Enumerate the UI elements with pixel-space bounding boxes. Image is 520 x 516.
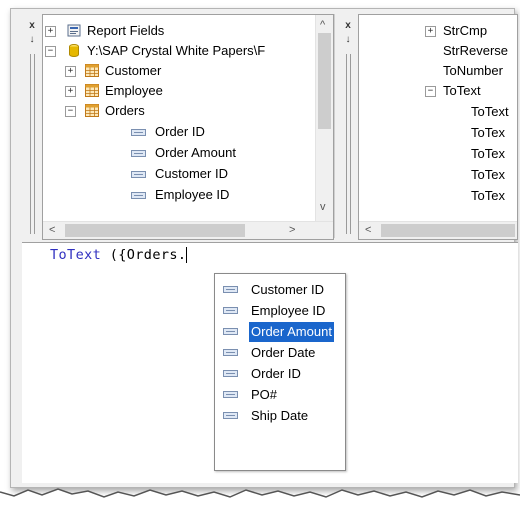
pin-panel-button[interactable]: ↓	[26, 34, 38, 46]
table-icon	[85, 84, 99, 97]
close-panel-button[interactable]: x	[342, 20, 354, 32]
function-item-label: ToTex	[471, 146, 505, 161]
tree-item-label: Customer ID	[155, 166, 228, 181]
function-tree-panel[interactable]: + StrCmp StrReverse ToNumber − ToText To…	[358, 14, 518, 240]
autocomplete-item-label: PO#	[251, 387, 278, 402]
scroll-left-arrow[interactable]: <	[49, 222, 55, 239]
expand-icon[interactable]: +	[45, 26, 56, 37]
expand-icon[interactable]: +	[65, 66, 76, 77]
function-item-label: ToTex	[471, 125, 505, 140]
autocomplete-item-label: Order Date	[251, 345, 316, 360]
field-icon	[223, 349, 238, 356]
tree-item-label: Order ID	[155, 124, 205, 139]
horizontal-scrollbar[interactable]: < >	[43, 221, 333, 239]
scroll-thumb[interactable]	[381, 224, 515, 237]
tree-item-label: Orders	[105, 103, 145, 118]
autocomplete-item-label: Customer ID	[251, 282, 324, 297]
collapse-icon[interactable]: −	[45, 46, 56, 57]
function-item-label: ToTex	[471, 188, 505, 203]
collapse-icon[interactable]: −	[65, 106, 76, 117]
scroll-down-arrow[interactable]: v	[320, 199, 326, 216]
function-item-label: StrCmp	[443, 23, 488, 38]
side-divider	[346, 54, 347, 234]
function-item-label: ToText	[471, 104, 509, 119]
formula-code-line[interactable]: ToText ({Orders.	[50, 247, 188, 263]
table-icon	[85, 104, 99, 117]
side-divider	[30, 54, 31, 234]
field-icon	[223, 286, 238, 293]
table-icon	[85, 64, 99, 77]
field-icon	[131, 171, 146, 178]
field-icon	[223, 370, 238, 377]
text-caret	[186, 247, 188, 263]
field-icon	[223, 412, 238, 419]
right-side-strip: x ↓	[338, 14, 358, 238]
autocomplete-item-label: Order ID	[251, 366, 301, 381]
tree-item-label: Employee ID	[155, 187, 230, 202]
expand-icon[interactable]: +	[65, 86, 76, 97]
expand-icon[interactable]: +	[425, 26, 436, 37]
scroll-thumb[interactable]	[65, 224, 245, 237]
field-icon	[223, 328, 238, 335]
function-item-label: StrReverse	[443, 43, 509, 58]
tree-item-label: Customer	[105, 63, 162, 78]
close-panel-button[interactable]: x	[26, 20, 38, 32]
scroll-left-arrow[interactable]: <	[365, 222, 371, 239]
scroll-right-arrow[interactable]: >	[289, 222, 295, 239]
collapse-icon[interactable]: −	[425, 86, 436, 97]
autocomplete-item-label: Order Amount	[249, 322, 334, 342]
function-item-label: ToTex	[471, 167, 505, 182]
field-tree-panel[interactable]: + Report Fields − Y:\SAP Crystal White P…	[42, 14, 334, 240]
scroll-thumb[interactable]	[318, 33, 331, 129]
autocomplete-item-label: Ship Date	[251, 408, 309, 423]
field-icon	[131, 129, 146, 136]
field-icon	[131, 192, 146, 199]
report-fields-icon	[67, 24, 81, 37]
tree-item-label: Report Fields	[87, 23, 165, 38]
formula-text: ({Orders.	[101, 247, 187, 263]
function-item-label: ToText	[443, 83, 481, 98]
torn-paper-edge	[0, 488, 520, 516]
side-divider	[34, 54, 35, 234]
field-icon	[223, 391, 238, 398]
pin-panel-button[interactable]: ↓	[342, 34, 354, 46]
autocomplete-popup[interactable]: Customer ID Employee ID Order Amount Ord…	[214, 273, 346, 471]
field-icon	[223, 307, 238, 314]
left-side-strip: x ↓	[22, 14, 42, 238]
field-icon	[131, 150, 146, 157]
function-item-label: ToNumber	[443, 63, 503, 78]
tree-item-label: Order Amount	[155, 145, 236, 160]
autocomplete-item-label: Employee ID	[251, 303, 326, 318]
tree-item-label: Employee	[105, 83, 163, 98]
horizontal-scrollbar[interactable]: <	[359, 221, 517, 239]
vertical-scrollbar[interactable]: ^ v	[315, 15, 333, 221]
tree-item-label: Y:\SAP Crystal White Papers\F	[87, 43, 266, 58]
scroll-up-arrow[interactable]: ^	[320, 17, 325, 34]
side-divider	[350, 54, 351, 234]
formula-keyword: ToText	[50, 247, 102, 263]
database-icon	[69, 44, 79, 57]
